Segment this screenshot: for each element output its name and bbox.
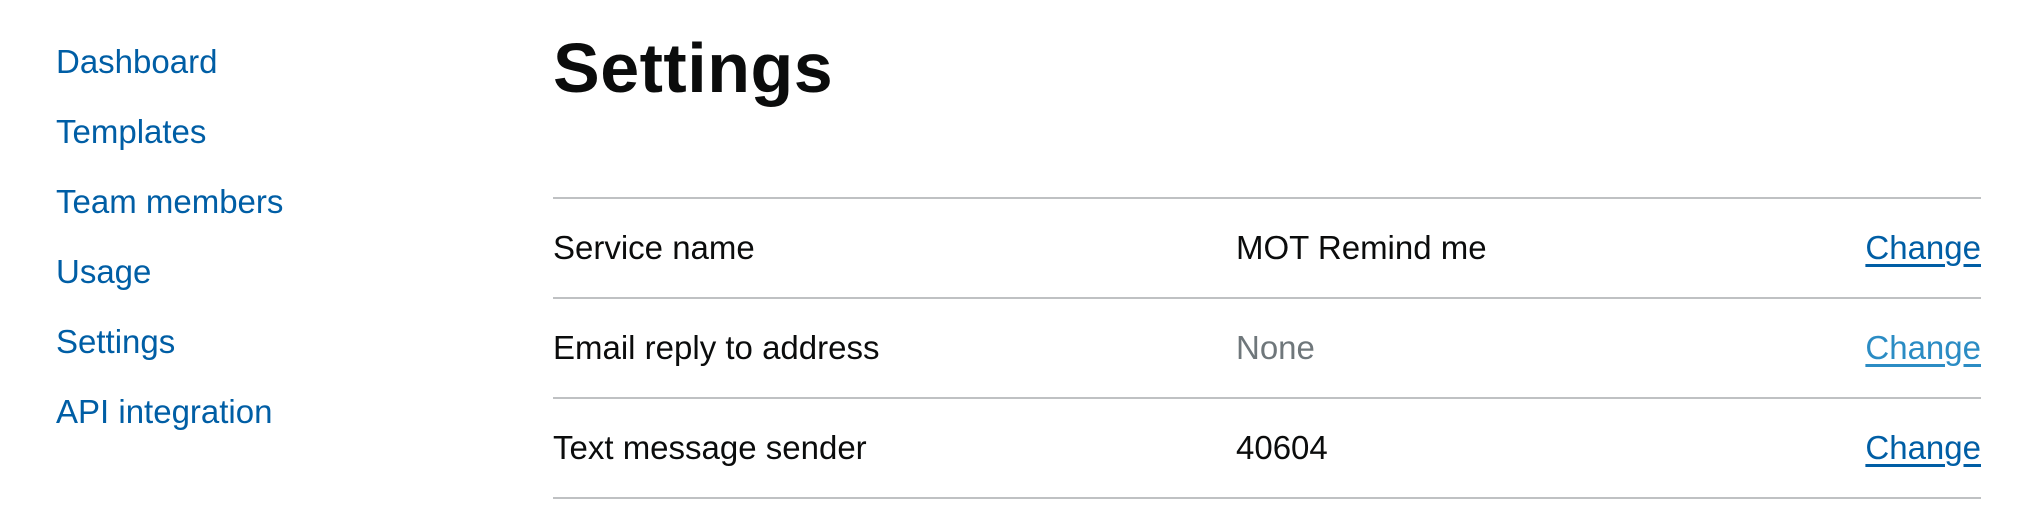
page-title: Settings [553,29,834,107]
nav-templates[interactable]: Templates [56,113,206,150]
nav-settings[interactable]: Settings [56,323,175,360]
nav-usage[interactable]: Usage [56,253,151,290]
setting-value: None [1236,329,1315,366]
change-email-reply-to-link[interactable]: Change [1865,329,1981,367]
setting-label: Email reply to address [553,329,880,366]
nav-dashboard[interactable]: Dashboard [56,43,217,80]
settings-row-service-name: Service name MOT Remind me Change [553,199,1981,299]
change-text-message-sender-link[interactable]: Change [1865,429,1981,467]
setting-value: 40604 [1236,429,1328,466]
settings-row-text-message-sender: Text message sender 40604 Change [553,399,1981,499]
settings-row-email-reply-to: Email reply to address None Change [553,299,1981,399]
change-service-name-link[interactable]: Change [1865,229,1981,267]
setting-label: Service name [553,229,755,266]
nav-api-integration[interactable]: API integration [56,393,272,430]
setting-label: Text message sender [553,429,867,466]
side-navigation: Dashboard Templates Team members Usage S… [56,38,283,458]
setting-value: MOT Remind me [1236,229,1487,266]
settings-table: Service name MOT Remind me Change Email … [553,197,1981,499]
nav-team-members[interactable]: Team members [56,183,283,220]
